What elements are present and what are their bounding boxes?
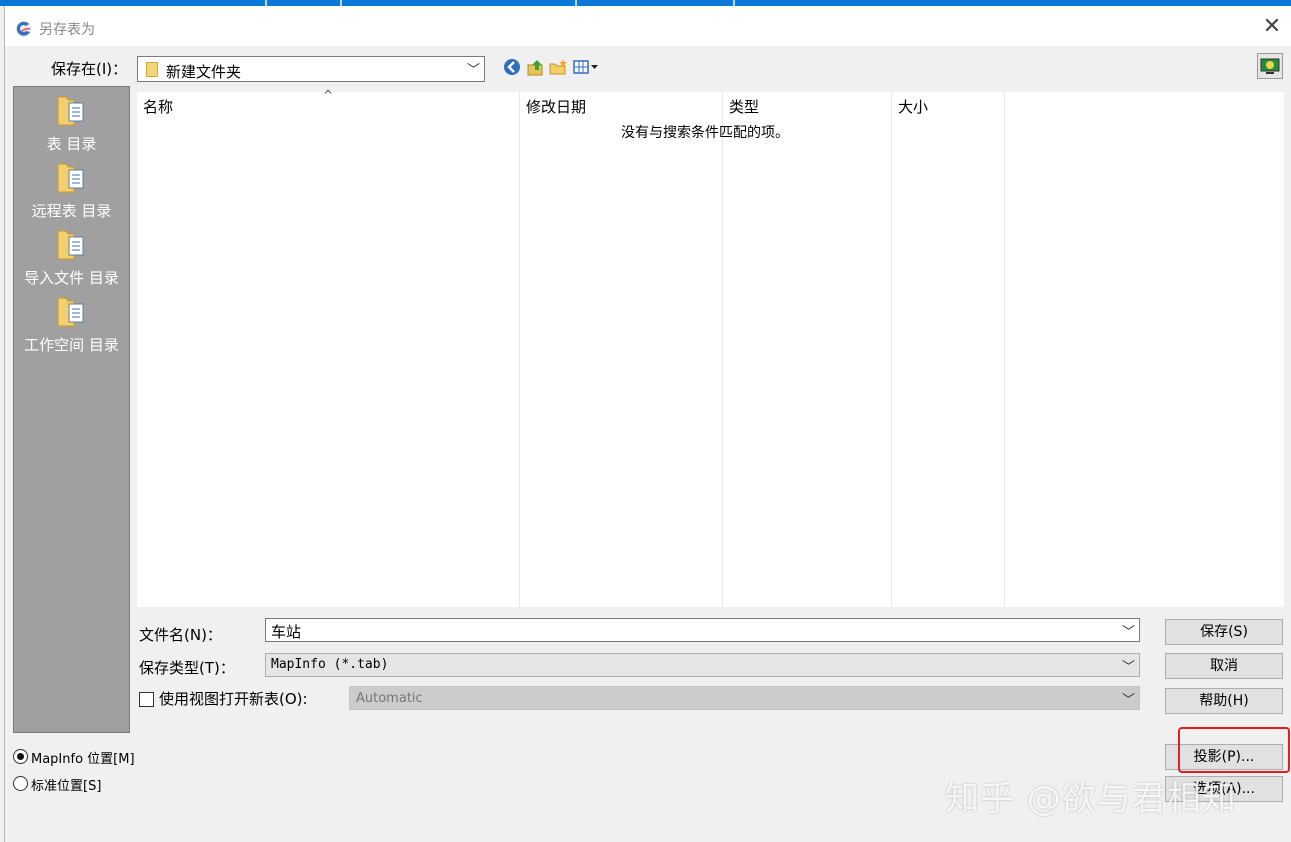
folder-icon bbox=[146, 62, 158, 77]
standard-location-label: 标准位置[S] bbox=[31, 779, 102, 794]
file-list[interactable]: ^ 名称 修改日期 类型 大小 没有与搜索条件匹配的项。 bbox=[137, 88, 1284, 607]
column-divider[interactable] bbox=[722, 92, 723, 607]
filename-input[interactable]: 车站 ﹀ bbox=[265, 618, 1140, 642]
mapinfo-app-icon bbox=[16, 21, 32, 37]
chevron-down-icon: ﹀ bbox=[466, 63, 480, 78]
mapinfo-location-label: MapInfo 位置[M] bbox=[31, 752, 135, 767]
open-with-view-label: 使用视图打开新表(O): bbox=[159, 690, 308, 708]
window-title: 另存表为 bbox=[39, 22, 95, 38]
sort-ascending-icon: ^ bbox=[323, 88, 334, 102]
title-bar: 另存表为 ✕ bbox=[5, 6, 1291, 46]
chevron-down-icon: ﹀ bbox=[1121, 693, 1135, 708]
filename-value: 车站 bbox=[271, 623, 302, 641]
places-bar: 表 目录 远程表 目录 导入文件 目录 工作空间 目录 bbox=[13, 86, 130, 733]
help-button[interactable]: 帮助(H) bbox=[1165, 688, 1283, 714]
mapinfo-location-radio[interactable] bbox=[13, 749, 28, 764]
column-divider[interactable] bbox=[519, 92, 520, 607]
folder-doc-icon bbox=[57, 230, 84, 260]
place-label: 表 目录 bbox=[46, 135, 97, 153]
up-folder-icon[interactable] bbox=[527, 58, 545, 76]
close-button[interactable]: ✕ bbox=[1260, 16, 1284, 40]
back-icon[interactable] bbox=[503, 58, 521, 76]
chevron-down-icon: ﹀ bbox=[1121, 660, 1135, 675]
desktop-icon[interactable] bbox=[1257, 53, 1283, 79]
folder-doc-icon bbox=[57, 163, 84, 193]
save-in-label: 保存在(I)： bbox=[51, 60, 128, 78]
desktop-glyph-icon bbox=[1260, 58, 1280, 74]
watermark-text: 知乎 @欲与君相知 bbox=[945, 779, 1237, 819]
empty-list-message: 没有与搜索条件匹配的项。 bbox=[621, 125, 789, 141]
column-divider[interactable] bbox=[891, 92, 892, 607]
place-table-dir[interactable]: 表 目录 bbox=[14, 93, 129, 159]
new-folder-icon[interactable] bbox=[549, 58, 567, 76]
folder-doc-icon bbox=[57, 96, 84, 126]
folder-doc-icon bbox=[57, 297, 84, 327]
standard-location-radio[interactable] bbox=[13, 776, 28, 791]
place-label: 远程表 目录 bbox=[31, 202, 112, 220]
place-label: 导入文件 目录 bbox=[24, 269, 119, 287]
filetype-select[interactable]: MapInfo (*.tab) ﹀ bbox=[265, 653, 1140, 677]
chevron-down-icon[interactable]: ﹀ bbox=[1122, 621, 1135, 640]
cancel-button[interactable]: 取消 bbox=[1165, 653, 1283, 679]
save-button[interactable]: 保存(S) bbox=[1165, 619, 1283, 645]
location-dropdown[interactable]: 新建文件夹 ﹀ bbox=[137, 56, 485, 82]
place-import-dir[interactable]: 导入文件 目录 bbox=[14, 227, 129, 293]
place-remote-table-dir[interactable]: 远程表 目录 bbox=[14, 160, 129, 226]
filename-label: 文件名(N)： bbox=[139, 626, 222, 644]
location-value: 新建文件夹 bbox=[166, 63, 242, 81]
filetype-value: MapInfo (*.tab) bbox=[271, 657, 389, 672]
place-label: 工作空间 目录 bbox=[24, 336, 119, 354]
column-divider[interactable] bbox=[1004, 92, 1005, 607]
column-header-name[interactable]: 名称 bbox=[143, 96, 173, 117]
column-header-modified[interactable]: 修改日期 bbox=[526, 96, 586, 117]
save-as-dialog: 另存表为 ✕ 保存在(I)： 新建文件夹 ﹀ 表 目录 远程表 目录 导入文件 … bbox=[4, 6, 1291, 842]
radio-selected-dot bbox=[17, 753, 24, 760]
view-select-value: Automatic bbox=[356, 691, 423, 706]
open-with-view-checkbox[interactable] bbox=[139, 692, 154, 707]
highlight-box bbox=[1178, 727, 1290, 773]
column-header-type[interactable]: 类型 bbox=[729, 96, 759, 117]
filetype-label: 保存类型(T)： bbox=[139, 659, 235, 677]
column-header-size[interactable]: 大小 bbox=[898, 96, 928, 117]
place-workspace-dir[interactable]: 工作空间 目录 bbox=[14, 294, 129, 360]
view-menu-icon[interactable] bbox=[573, 58, 601, 76]
view-select: Automatic ﹀ bbox=[349, 686, 1140, 710]
